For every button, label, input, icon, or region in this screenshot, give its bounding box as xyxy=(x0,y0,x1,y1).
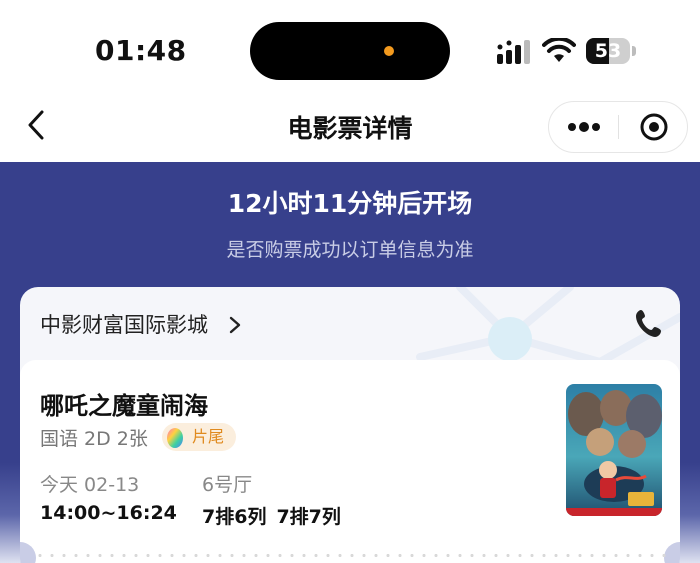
seat-item: 7排6列 xyxy=(202,506,267,528)
cinema-row[interactable]: 中影财富国际影城 xyxy=(20,287,680,359)
ticket-perforation xyxy=(34,554,666,557)
end-credit-label: 片尾 xyxy=(192,427,225,446)
ticket-notch-right xyxy=(664,542,680,563)
signal-icon xyxy=(497,40,530,64)
battery-level: 53 xyxy=(594,40,622,62)
ticket-card: 中影财富国际影城 哪吒之魔童闹海 国语 2D 2张 片尾 今天 02-13 6号… xyxy=(20,287,680,563)
ticket-notch-left xyxy=(20,542,36,563)
showtime-countdown: 12小时11分钟后开场 xyxy=(227,189,473,218)
phone-icon[interactable] xyxy=(634,307,664,339)
status-bar: 01:48 53 xyxy=(0,0,700,95)
cinema-name[interactable]: 中影财富国际影城 xyxy=(40,309,208,339)
mini-program-capsule xyxy=(548,101,688,153)
movie-title: 哪吒之魔童闹海 xyxy=(40,392,208,420)
movie-meta: 国语 2D 2张 xyxy=(40,428,148,450)
show-time-range: 14:00~16:24 xyxy=(40,502,177,524)
seat-item: 7排7列 xyxy=(276,506,341,528)
chevron-right-icon xyxy=(229,316,241,334)
movie-poster[interactable] xyxy=(566,384,662,516)
battery-icon: 53 xyxy=(586,38,636,64)
dynamic-island xyxy=(250,22,450,80)
show-date: 今天 02-13 xyxy=(40,474,140,496)
hall-name: 6号厅 xyxy=(202,474,253,496)
close-target-icon[interactable] xyxy=(619,102,689,152)
seat-list: 7排6列 7排7列 xyxy=(202,502,341,529)
wifi-icon xyxy=(542,38,576,62)
end-credit-badge[interactable]: 片尾 xyxy=(162,423,237,451)
more-icon[interactable] xyxy=(549,102,619,152)
easter-egg-icon xyxy=(167,428,183,448)
movie-panel: 哪吒之魔童闹海 国语 2D 2张 片尾 今天 02-13 6号厅 14:00~1… xyxy=(20,360,680,563)
recording-indicator-icon xyxy=(384,46,394,56)
status-time: 01:48 xyxy=(95,34,187,67)
nav-bar: 电影票详情 xyxy=(0,95,700,162)
order-notice: 是否购票成功以订单信息为准 xyxy=(226,239,474,261)
